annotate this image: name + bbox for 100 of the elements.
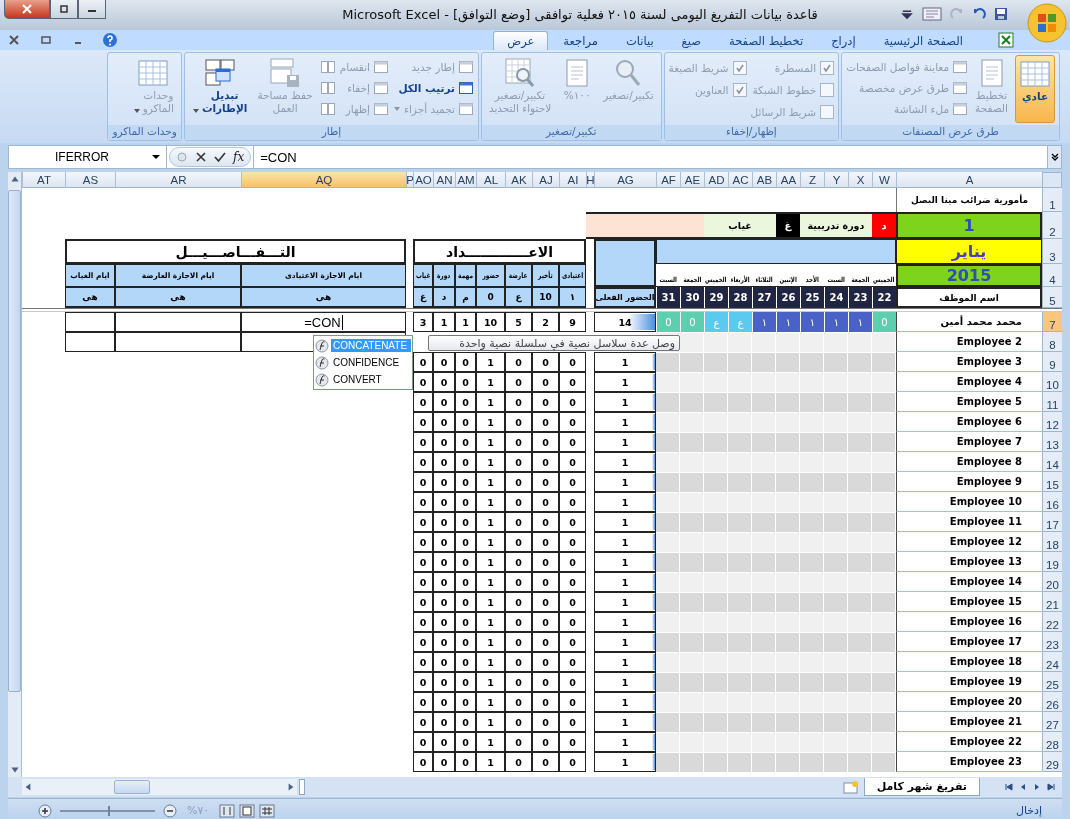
row-header[interactable]: 29 bbox=[1042, 752, 1062, 772]
row-header[interactable]: 16 bbox=[1042, 492, 1062, 512]
minimize-button[interactable] bbox=[78, 0, 106, 19]
column-header[interactable]: AB bbox=[752, 172, 776, 188]
maximize-button[interactable] bbox=[50, 0, 78, 19]
row-header[interactable]: 22 bbox=[1042, 612, 1062, 632]
row-header[interactable]: 3 bbox=[1042, 239, 1062, 264]
enter-icon[interactable] bbox=[214, 151, 226, 163]
column-header[interactable]: AG bbox=[594, 172, 656, 188]
save-icon[interactable] bbox=[994, 7, 1008, 21]
ribbon-tab[interactable]: مراجعة bbox=[550, 31, 611, 50]
column-header[interactable]: Z bbox=[800, 172, 824, 188]
autocomplete-item[interactable]: CONVERT bbox=[315, 371, 411, 388]
row-header[interactable]: 5 bbox=[1042, 287, 1062, 308]
row-header[interactable]: 17 bbox=[1042, 512, 1062, 532]
row-header[interactable]: 26 bbox=[1042, 692, 1062, 712]
expand-button[interactable] bbox=[1047, 146, 1061, 168]
column-header[interactable]: X bbox=[848, 172, 872, 188]
page-layout-view-icon[interactable] bbox=[239, 803, 256, 818]
split-handle[interactable] bbox=[299, 779, 305, 795]
column-header[interactable]: AJ bbox=[532, 172, 559, 188]
row-header[interactable]: 19 bbox=[1042, 552, 1062, 572]
row-header[interactable]: 13 bbox=[1042, 432, 1062, 452]
ribbon-button[interactable]: ترتيب الكل bbox=[393, 78, 474, 98]
row-header[interactable]: 20 bbox=[1042, 572, 1062, 592]
column-header[interactable]: AO bbox=[413, 172, 433, 188]
column-header[interactable]: AE bbox=[680, 172, 704, 188]
row-header[interactable]: 28 bbox=[1042, 732, 1062, 752]
autocomplete-item[interactable]: CONFIDENCE bbox=[315, 354, 411, 371]
normal-view-icon[interactable] bbox=[259, 803, 276, 818]
ribbon-tab[interactable]: الصفحة الرئيسية bbox=[870, 31, 976, 50]
row-header[interactable]: 4 bbox=[1042, 264, 1062, 287]
close-button[interactable] bbox=[4, 0, 50, 19]
row-header[interactable]: 25 bbox=[1042, 672, 1062, 692]
row-header[interactable]: 24 bbox=[1042, 652, 1062, 672]
column-header[interactable]: AA bbox=[776, 172, 800, 188]
table-cell[interactable]: =CON bbox=[241, 312, 406, 332]
name-box[interactable]: IFERROR bbox=[9, 146, 167, 168]
row-header[interactable]: 8 bbox=[1042, 332, 1062, 352]
vertical-scrollbar[interactable] bbox=[8, 172, 22, 777]
column-header[interactable]: AL bbox=[476, 172, 505, 188]
column-header[interactable]: AK bbox=[505, 172, 532, 188]
day-cell: ١ bbox=[752, 312, 776, 332]
column-header[interactable]: Y bbox=[824, 172, 848, 188]
count-cell: 1 bbox=[476, 452, 505, 472]
insert-function-button[interactable]: fx bbox=[233, 150, 245, 164]
function-name[interactable]: CONFIDENCE bbox=[331, 356, 402, 369]
horizontal-scrollbar[interactable] bbox=[22, 779, 297, 795]
count-cell: 5 bbox=[505, 312, 532, 332]
ribbon-tab[interactable]: تخطيط الصفحة bbox=[715, 31, 817, 50]
column-header[interactable]: AF bbox=[656, 172, 680, 188]
column-header[interactable]: AN bbox=[433, 172, 455, 188]
row-header[interactable]: 23 bbox=[1042, 632, 1062, 652]
ribbon-button[interactable]: عادي bbox=[1015, 55, 1055, 123]
help-icon[interactable] bbox=[102, 32, 118, 48]
column-header[interactable]: A bbox=[896, 172, 1042, 188]
ribbon-tab[interactable]: بيانات bbox=[612, 31, 667, 50]
scroll-thumb[interactable] bbox=[114, 780, 150, 794]
scroll-thumb[interactable] bbox=[8, 190, 21, 692]
undo-icon[interactable] bbox=[972, 7, 986, 21]
table-cell bbox=[65, 312, 115, 332]
first-sheet-icon[interactable] bbox=[1004, 782, 1014, 792]
column-header[interactable]: W bbox=[872, 172, 896, 188]
row-header[interactable]: 21 bbox=[1042, 592, 1062, 612]
zoom-in-icon[interactable] bbox=[38, 803, 52, 818]
count-cell: 0 bbox=[532, 592, 559, 612]
row-header[interactable]: 9 bbox=[1042, 352, 1062, 372]
column-header[interactable]: AT bbox=[22, 172, 65, 188]
row-header[interactable]: 15 bbox=[1042, 472, 1062, 492]
layout-icon[interactable] bbox=[922, 7, 942, 21]
count-cell: 0 bbox=[433, 752, 455, 772]
function-name[interactable]: CONVERT bbox=[331, 373, 384, 386]
column-header[interactable]: AD bbox=[704, 172, 728, 188]
ribbon-tab[interactable]: إدراج bbox=[818, 31, 869, 50]
column-header[interactable]: AQ bbox=[241, 172, 406, 188]
zoom-out-icon[interactable] bbox=[163, 803, 177, 818]
row-header[interactable]: 7 bbox=[1042, 312, 1062, 332]
ribbon-tab[interactable]: عرض bbox=[493, 31, 549, 50]
row-header[interactable]: 11 bbox=[1042, 392, 1062, 412]
ribbon-button[interactable]: تبديل الإطارات bbox=[188, 55, 251, 123]
row-header[interactable]: 27 bbox=[1042, 712, 1062, 732]
count-cell: 0 bbox=[505, 692, 532, 712]
column-header[interactable]: AC bbox=[728, 172, 752, 188]
column-header[interactable]: AM bbox=[455, 172, 476, 188]
row-header[interactable]: 12 bbox=[1042, 412, 1062, 432]
row-header[interactable]: 2 bbox=[1042, 212, 1062, 239]
row-header[interactable]: 18 bbox=[1042, 532, 1062, 552]
slider-thumb[interactable] bbox=[107, 805, 110, 816]
row-header[interactable]: 14 bbox=[1042, 452, 1062, 472]
column-header[interactable]: AS bbox=[65, 172, 115, 188]
ribbon-tab[interactable]: صيغ bbox=[668, 31, 714, 50]
row-header[interactable]: 10 bbox=[1042, 372, 1062, 392]
page-break-view-icon[interactable] bbox=[219, 803, 236, 818]
column-header[interactable]: AI bbox=[559, 172, 586, 188]
last-sheet-icon[interactable] bbox=[1046, 782, 1056, 792]
cancel-icon[interactable] bbox=[195, 151, 207, 163]
sheet-tab[interactable]: تفريغ شهر كامل bbox=[863, 778, 980, 796]
row-header[interactable]: 1 bbox=[1042, 188, 1062, 212]
column-header[interactable]: AR bbox=[115, 172, 241, 188]
cell-entry[interactable]: =CON bbox=[304, 314, 343, 330]
